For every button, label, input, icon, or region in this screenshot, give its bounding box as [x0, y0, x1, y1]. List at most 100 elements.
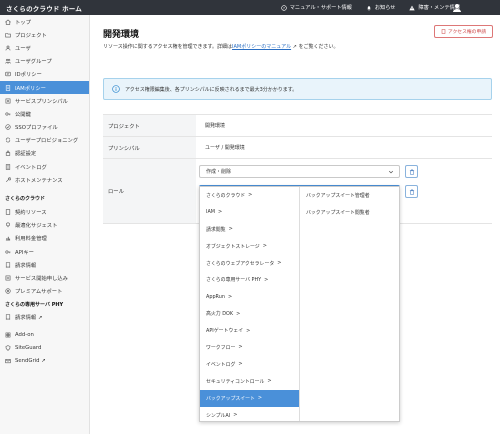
role-category-item[interactable]: ワークフロー >	[200, 339, 299, 356]
sidebar-item-cloud-6[interactable]: プレミアムサポート	[0, 285, 89, 298]
log-icon	[5, 163, 11, 170]
role-option-list: バックアップスイート管理者 バックアップスイート閲覧者	[301, 187, 400, 221]
svg-text:?: ?	[283, 6, 285, 10]
account-menu-icon[interactable]	[452, 3, 462, 12]
project-label: プロジェクト	[103, 115, 196, 136]
sidebar-item-main-12[interactable]: ホストメンテナンス	[0, 173, 89, 186]
folder-icon	[5, 32, 11, 38]
warning-icon	[409, 5, 416, 10]
sidebar-item-phy-0[interactable]: 請求情報 ↗	[0, 311, 89, 324]
role-option-item[interactable]: バックアップスイート閲覧者	[301, 204, 400, 221]
help-icon: ?	[281, 4, 287, 11]
chevron-right-icon: >	[277, 260, 282, 266]
role-category-list: さくらのクラウド > IAM > 請求閲覧 > オブジェクトストレージ > さくらのウェブアクセ…	[200, 187, 300, 421]
id-icon	[5, 71, 11, 77]
sidebar-item-main-9[interactable]: ユーザープロビジョニング	[0, 134, 89, 147]
sidebar-item-main-8[interactable]: SSOプロファイル	[0, 121, 89, 134]
sidebar-item-main-10[interactable]: 認証設定	[0, 147, 89, 160]
sidebar-item-label: プレミアムサポート	[15, 289, 63, 296]
sidebar-item-label: ユーザ	[15, 45, 31, 52]
key-icon	[5, 249, 11, 255]
sidebar-item-extra-1[interactable]: SiteGuard	[0, 341, 89, 354]
role-category-label: さくらの専用サーバ PHY	[206, 277, 262, 284]
chevron-right-icon: >	[262, 243, 267, 250]
addon-icon	[5, 332, 11, 338]
role-category-item[interactable]: さくらの専用サーバ PHY >	[200, 271, 299, 288]
doc-icon	[441, 29, 446, 34]
sidebar-item-extra-2[interactable]: SendGrid ↗	[0, 354, 89, 367]
support-icon	[5, 288, 11, 294]
brand-home-link[interactable]: さくらのクラウド ホーム	[0, 3, 82, 13]
sidebar-item-main-11[interactable]: イベントログ	[0, 160, 89, 173]
role-category-item[interactable]: 請求閲覧 >	[200, 221, 299, 238]
sidebar-item-label: イベントログ	[15, 164, 47, 171]
role-select-1[interactable]: 作成・削除	[199, 165, 400, 178]
trash-icon	[409, 168, 414, 175]
role-category-item[interactable]: さくらのクラウド >	[200, 187, 299, 204]
sidebar-item-label: トップ	[15, 19, 31, 26]
sidebar-item-main-7[interactable]: 公開鍵	[0, 107, 89, 120]
sidebar-item-cloud-2[interactable]: 利用料金管理	[0, 232, 89, 245]
receipt-icon	[5, 314, 11, 321]
table-row-principal: プリンシパル ユーザ / 開発環境	[103, 137, 492, 159]
role-category-item[interactable]: さくらのウェブアクセラレータ >	[200, 255, 299, 272]
sidebar: トッププロジェクトユーザユーザグループ IDポリシー IAMポリシーサービスプリンシ…	[0, 15, 90, 434]
chevron-right-icon: >	[248, 192, 253, 199]
sidebar-item-cloud-4[interactable]: 請求情報	[0, 258, 89, 271]
request-access-button[interactable]: アクセス権の申請	[434, 25, 493, 38]
manual-support-label: マニュアル・サポート情報	[289, 5, 352, 11]
sidebar-item-label: SiteGuard	[15, 344, 42, 351]
chevron-right-icon: >	[227, 293, 233, 300]
sidebar-item-cloud-1[interactable]: 最適化サジェスト	[0, 219, 89, 232]
chevron-right-icon: >	[246, 327, 251, 334]
role-category-item[interactable]: AppRun >	[200, 288, 299, 305]
sidebar-item-main-3[interactable]: ユーザグループ	[0, 55, 89, 68]
key-icon	[5, 111, 11, 117]
chart-icon	[5, 235, 11, 241]
sidebar-item-label: サービスプリンシパル	[15, 98, 68, 105]
role-category-item[interactable]: シンプルAI >	[200, 407, 299, 424]
role-category-item[interactable]: セキュリティコントロール >	[200, 373, 299, 390]
sidebar-item-main-6[interactable]: サービスプリンシパル	[0, 94, 89, 107]
sidebar-item-cloud-5[interactable]: サービス開始申し込み	[0, 271, 89, 284]
sidebar-item-label: 請求情報 ↗	[15, 315, 43, 322]
delete-role-2-button[interactable]	[405, 185, 418, 198]
role-label: ロール	[103, 159, 196, 223]
role-option-item[interactable]: バックアップスイート管理者	[301, 187, 400, 204]
role-category-item[interactable]: バックアップスイート >	[200, 389, 299, 407]
sidebar-item-label: APIキー	[15, 249, 34, 256]
sidebar-item-cloud-3[interactable]: APIキー	[0, 245, 89, 258]
sidebar-item-extra-0[interactable]: Add-on	[0, 328, 89, 341]
role-category-item[interactable]: オブジェクトストレージ >	[200, 238, 299, 255]
top-bar: さくらのクラウド ホーム ? マニュアル・サポート情報 お知らせ 障害・メンテ情…	[0, 0, 500, 15]
info-icon	[112, 85, 120, 93]
sidebar-item-main-4[interactable]: IDポリシー	[0, 68, 89, 81]
page-description: リソース操作に関するアクセス権を管理できます。詳細はIAMポリシーのマニュアル …	[103, 43, 338, 50]
manual-support-link[interactable]: ? マニュアル・サポート情報	[281, 4, 352, 11]
role-category-item[interactable]: 高火力 DOK >	[200, 305, 299, 322]
role-category-label: シンプルAI	[206, 412, 231, 419]
sidebar-item-label: 請求情報	[15, 262, 37, 269]
delete-role-1-button[interactable]	[405, 165, 418, 178]
sidebar-item-main-2[interactable]: ユーザ	[0, 41, 89, 54]
sidebar-item-main-5[interactable]: IAMポリシー	[0, 80, 89, 95]
bulb-icon	[5, 222, 11, 228]
home-icon	[5, 19, 11, 25]
sidebar-item-main-0[interactable]: トップ	[0, 15, 89, 28]
role-category-item[interactable]: イベントログ >	[200, 356, 299, 373]
role-category-item[interactable]: APIゲートウェイ >	[200, 322, 299, 339]
iam-manual-link[interactable]: IAMポリシーのマニュアル	[232, 44, 291, 50]
page-title: 開発環境	[103, 30, 140, 40]
chevron-right-icon: >	[233, 412, 238, 419]
sidebar-item-main-1[interactable]: プロジェクト	[0, 28, 89, 41]
info-banner: アクセス権限編集後、各プリンシパルに反映されるまで最大3分かかります。	[103, 78, 492, 100]
role-category-label: ワークフロー	[206, 344, 236, 351]
role-category-item[interactable]: IAM >	[200, 204, 299, 221]
role-category-label: 高火力 DOK	[206, 311, 234, 318]
chevron-right-icon: >	[228, 226, 233, 233]
doc-icon	[5, 209, 11, 215]
chevron-right-icon: >	[267, 378, 272, 385]
notifications-link[interactable]: お知らせ	[366, 4, 395, 11]
sidebar-item-cloud-0[interactable]: 契約リソース	[0, 205, 89, 218]
sidebar-section-phy: さくらの専用サーバ PHY	[5, 301, 64, 308]
